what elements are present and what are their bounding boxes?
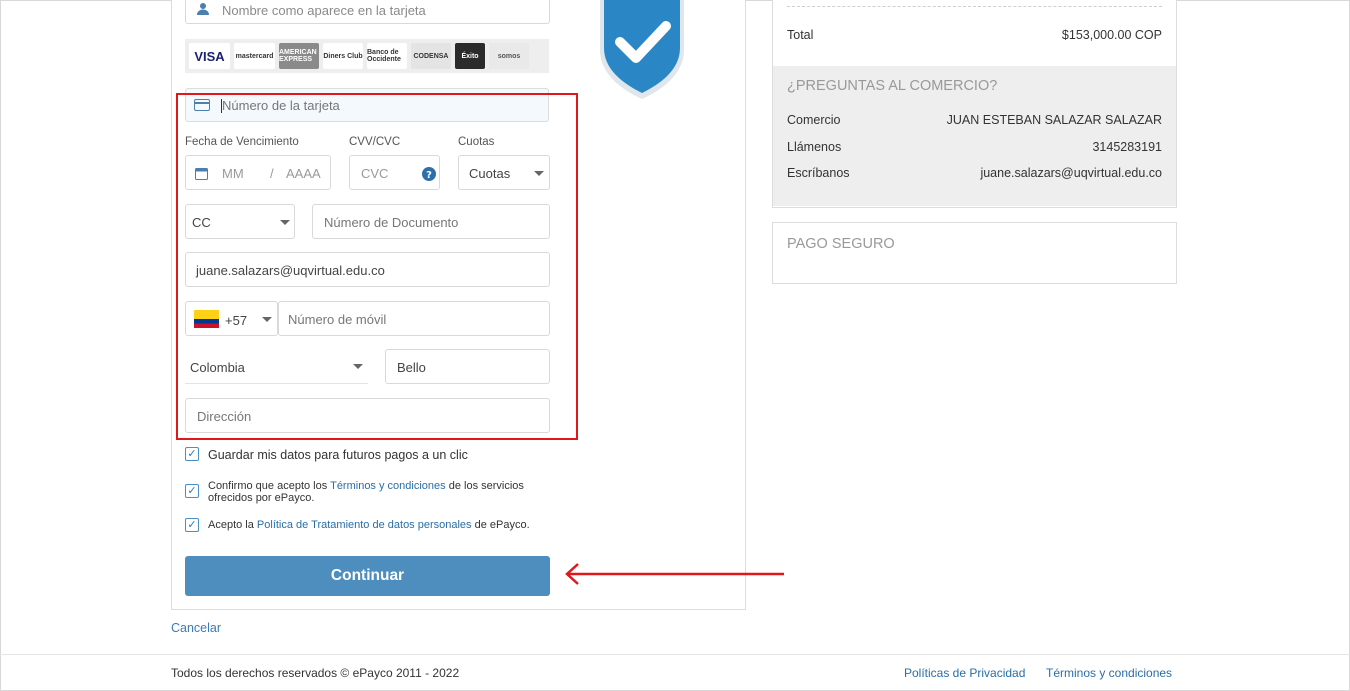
privacy-policy-link[interactable]: Política de Tratamiento de datos persona… [257, 519, 472, 531]
card-brand-logo: Éxito [455, 43, 485, 69]
terms-suffix-line-2: ofrecidos por ePayco. [208, 492, 315, 504]
secure-payment-panel [772, 222, 1177, 284]
terms-checkbox[interactable]: ✓ [185, 484, 199, 498]
privacy-suffix-text: de ePayco. [471, 519, 530, 531]
terms-suffix-text: de los servicios [445, 480, 524, 492]
highlight-box [176, 93, 578, 440]
card-brand-logo: somos [489, 43, 529, 69]
save-data-label: Guardar mis datos para futuros pagos a u… [208, 448, 468, 462]
arrow-left-icon [565, 563, 784, 585]
card-brand-logo: mastercard [234, 43, 275, 69]
user-icon [197, 3, 209, 15]
merchant-questions-title: ¿PREGUNTAS AL COMERCIO? [787, 78, 998, 94]
total-label: Total [787, 28, 814, 42]
card-brand-logo: Banco de Occidente [367, 43, 407, 69]
privacy-prefix-text: Acepto la [208, 519, 257, 531]
card-brand-logo: Diners Club [323, 43, 363, 69]
secure-payment-title: PAGO SEGURO [787, 236, 895, 252]
card-brand-logo: AMERICAN EXPRESS [279, 43, 319, 69]
total-value: $153,000.00 COP [1061, 28, 1162, 42]
call-value: 3145283191 [1092, 140, 1162, 154]
terms-prefix-text: Confirmo que acepto los [208, 480, 331, 492]
cardholder-name-input[interactable]: Nombre como aparece en la tarjeta [185, 0, 550, 24]
divider [787, 6, 1162, 7]
cancel-link[interactable]: Cancelar [171, 621, 221, 635]
footer-divider [0, 654, 1350, 655]
save-data-checkbox[interactable]: ✓ [185, 447, 199, 461]
continue-button[interactable]: Continuar [185, 556, 550, 596]
call-label: Llámenos [787, 140, 842, 154]
privacy-label: Acepto la Política de Tratamiento de dat… [208, 519, 548, 531]
footer-copyright: Todos los derechos reservados © ePayco 2… [171, 666, 460, 680]
footer-terms-link[interactable]: Términos y condiciones [1046, 666, 1172, 680]
card-brand-logo: CODENSA [411, 43, 451, 69]
cardholder-name-placeholder: Nombre como aparece en la tarjeta [222, 3, 426, 18]
terms-label: Confirmo que acepto los Términos y condi… [208, 480, 538, 504]
shield-check-icon [600, 0, 684, 99]
terms-link[interactable]: Términos y condiciones [330, 480, 446, 492]
write-label: Escríbanos [787, 166, 850, 180]
merchant-label: Comercio [787, 113, 841, 127]
card-brands-strip: VISA mastercard AMERICAN EXPRESS Diners Clu… [185, 39, 549, 73]
merchant-value: JUAN ESTEBAN SALAZAR SALAZAR [946, 113, 1162, 127]
privacy-checkbox[interactable]: ✓ [185, 518, 199, 532]
card-brand-logo: VISA [189, 43, 230, 69]
footer-privacy-link[interactable]: Políticas de Privacidad [904, 666, 1025, 680]
write-value: juane.salazars@uqvirtual.edu.co [980, 166, 1162, 180]
